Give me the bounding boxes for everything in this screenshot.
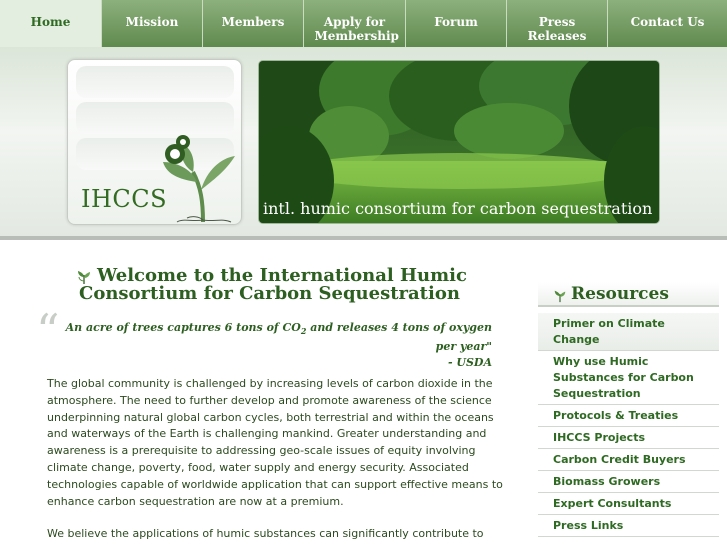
nav-home[interactable]: Home — [0, 0, 102, 47]
header-band: IHCCS intl. humic consortium for carbon … — [0, 47, 727, 240]
logo-stripe — [76, 102, 234, 134]
quote-source: - USDA — [447, 356, 492, 370]
resource-link-projects[interactable]: IHCCS Projects — [538, 427, 719, 449]
resource-link-press-links[interactable]: Press Links — [538, 515, 719, 537]
welcome-heading: Welcome to the International Humic Conso… — [76, 267, 506, 303]
resource-link-protocols[interactable]: Protocols & Treaties — [538, 405, 719, 427]
logo-stripe — [76, 66, 234, 98]
quote-mark-icon: “ — [36, 304, 60, 358]
quote-text-2: and releases 4 tons of oxygen per year" — [306, 321, 492, 354]
resource-link-biomass-growers[interactable]: Biomass Growers — [538, 471, 719, 493]
nav-members[interactable]: Members — [203, 0, 304, 47]
usda-quote: An acre of trees captures 6 tons of CO2 … — [64, 320, 492, 371]
resources-title: Resources — [571, 284, 669, 304]
nav-press-releases[interactable]: Press Releases — [507, 0, 608, 47]
banner-caption: intl. humic consortium for carbon seques… — [263, 199, 653, 218]
leaf-bullet-icon — [78, 271, 90, 284]
resource-link-primer[interactable]: Primer on Climate Change — [538, 313, 719, 351]
nav-contact-us[interactable]: Contact Us — [608, 0, 727, 47]
resource-link-expert-consultants[interactable]: Expert Consultants — [538, 493, 719, 515]
main-content: The global community is challenged by in… — [47, 376, 517, 545]
nav-mission[interactable]: Mission — [102, 0, 203, 47]
logo-text: IHCCS — [81, 185, 168, 213]
quote-text-1: An acre of trees captures 6 tons of CO — [65, 321, 301, 334]
forest-banner-image: intl. humic consortium for carbon seques… — [258, 60, 660, 224]
page-title: Welcome to the International Humic Conso… — [79, 265, 467, 304]
resource-link-why-humic[interactable]: Why use Humic Substances for Carbon Sequ… — [538, 351, 719, 405]
main-nav: Home Mission Members Apply for Membershi… — [0, 0, 727, 47]
logo[interactable]: IHCCS — [67, 59, 242, 225]
leaf-bullet-icon — [554, 290, 566, 303]
belief-paragraph: We believe the applications of humic sub… — [47, 527, 484, 541]
resources-list: Primer on Climate Change Why use Humic S… — [538, 313, 719, 537]
intro-paragraph: The global community is challenged by in… — [47, 377, 503, 508]
nav-forum[interactable]: Forum — [406, 0, 507, 47]
resource-link-credit-buyers[interactable]: Carbon Credit Buyers — [538, 449, 719, 471]
resources-heading: Resources — [538, 282, 719, 307]
nav-apply-for-membership[interactable]: Apply for Membership — [304, 0, 406, 47]
